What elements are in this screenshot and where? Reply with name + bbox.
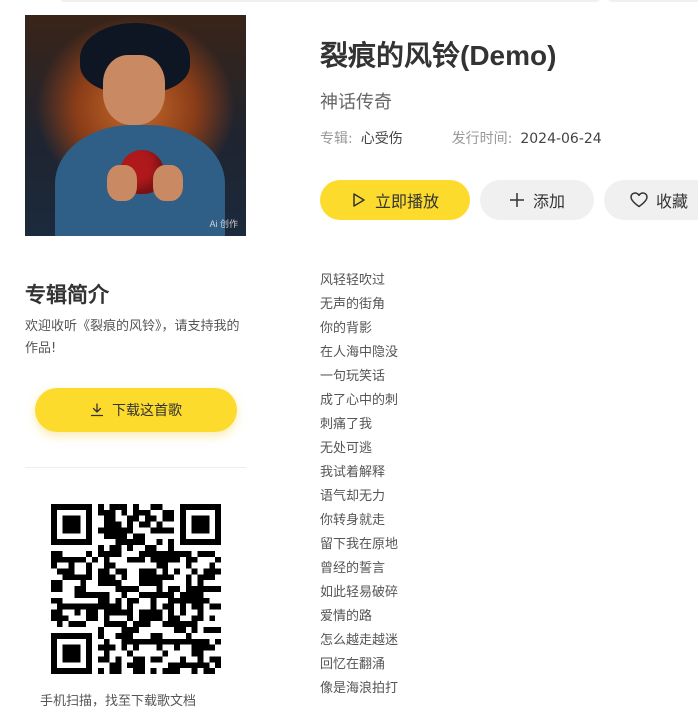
lyric-line: 曾经的誓言 [320, 561, 386, 576]
lyric-line: 你转身就走 [320, 513, 386, 528]
album-cover: Ai 创作 [25, 15, 246, 236]
album-intro-text: 欢迎收听《裂痕的风铃》，请支持我的作品! [25, 319, 240, 356]
add-button-label: 添加 [532, 192, 565, 211]
play-icon [353, 193, 365, 207]
add-button[interactable]: 添加 [480, 180, 594, 220]
lyric-line: 无处可逃 [320, 441, 373, 456]
heart-icon [630, 192, 648, 208]
lyric-line: 我试着解释 [320, 465, 386, 480]
artist-name[interactable]: 神话传奇 [320, 88, 392, 114]
lyric-line: 留下我在原地 [320, 537, 399, 552]
plus-icon [509, 193, 524, 207]
lyric-line: 语气却无力 [320, 489, 386, 504]
lyric-line: 一句玩笑话 [320, 369, 386, 384]
lyric-line: 成了心中的刺 [320, 393, 399, 408]
qr-caption: 手机扫描，找至下载歌文档 [40, 694, 197, 709]
lyric-line: 爱情的路 [320, 609, 373, 624]
lyric-line: 刺痛了我 [320, 417, 373, 432]
lyric-line: 怎么越走越迷 [320, 633, 399, 648]
album-link[interactable]: 心受伤 [361, 131, 403, 147]
header-button-fragment[interactable] [608, 0, 698, 2]
album-intro-heading: 专辑简介 [25, 283, 109, 307]
song-meta: 专辑: 心受伤 发行时间: 2024-06-24 [320, 128, 602, 148]
ai-watermark: Ai 创作 [209, 219, 238, 229]
release-label: 发行时间: [451, 131, 513, 147]
lyric-line: 在人海中隐没 [320, 345, 399, 360]
lyric-line: 风轻轻吹过 [320, 273, 386, 288]
favorite-button-label: 收藏 [656, 192, 689, 211]
search-bar-fragment[interactable] [60, 0, 600, 2]
favorite-button[interactable]: 收藏 [604, 180, 698, 220]
download-icon [90, 403, 104, 417]
play-button-label: 立即播放 [374, 192, 439, 211]
lyric-line: 你的背影 [320, 321, 373, 336]
lyric-line: 无声的街角 [320, 297, 386, 312]
qr-code [51, 504, 221, 674]
lyrics-list: 风轻轻吹过无声的街角你的背影在人海中隐没 一句玩笑话成了心中的刺 刺痛了我无处可逃我… [320, 269, 398, 701]
download-button-label: 下载这首歌 [112, 403, 182, 419]
lyric-line: 如此轻易破碎 [320, 585, 399, 600]
divider [25, 467, 246, 468]
lyric-line: 像是海浪拍打 [320, 681, 399, 696]
song-title: 裂痕的风铃(Demo) [320, 40, 557, 71]
lyric-line: 回忆在翻涌 [320, 657, 386, 672]
download-button[interactable]: 下载这首歌 [35, 388, 237, 432]
album-label: 专辑: [320, 131, 353, 147]
play-button[interactable]: 立即播放 [320, 180, 470, 220]
release-date: 2024-06-24 [520, 131, 602, 147]
